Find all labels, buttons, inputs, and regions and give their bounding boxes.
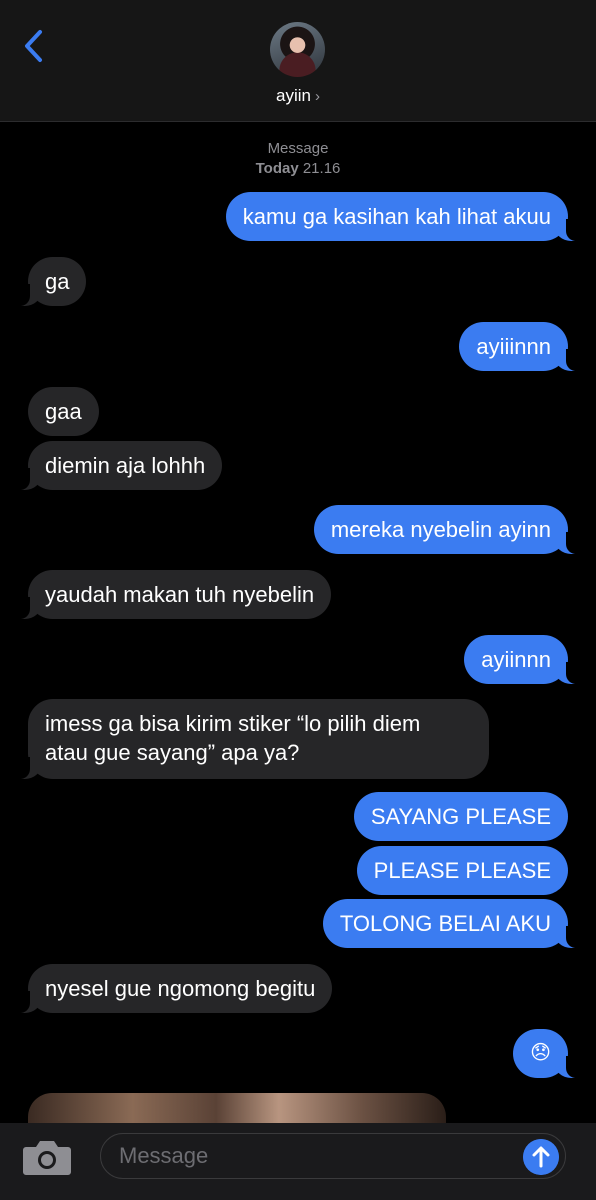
conversation-header: ayiin › bbox=[0, 0, 596, 122]
message-text: nyesel gue ngomong begitu bbox=[45, 976, 316, 1001]
message-text: gaa bbox=[45, 399, 82, 424]
message-text-line-2: atau gue sayang” apa ya? bbox=[45, 740, 300, 765]
message-received[interactable]: diemin aja lohhh bbox=[13, 441, 223, 490]
message-text: 😞 bbox=[530, 1042, 551, 1064]
message-received[interactable]: yaudah makan tuh nyebelin bbox=[13, 570, 332, 619]
message-text: TOLONG BELAI AKU bbox=[339, 911, 551, 936]
back-chevron-icon[interactable] bbox=[20, 28, 48, 64]
message-sent[interactable]: ayiiinnn bbox=[459, 322, 582, 371]
message-text: yaudah makan tuh nyebelin bbox=[45, 582, 315, 607]
camera-icon[interactable] bbox=[22, 1135, 72, 1177]
service-label: Message bbox=[267, 140, 329, 157]
message-sent[interactable]: TOLONG BELAI AKU bbox=[322, 899, 583, 948]
send-arrow-icon[interactable] bbox=[523, 1139, 559, 1175]
contact-avatar[interactable] bbox=[270, 22, 325, 77]
message-text: SAYANG PLEASE bbox=[370, 804, 551, 829]
chevron-right-icon: › bbox=[314, 88, 320, 105]
timestamp-time: 21.16 bbox=[302, 160, 341, 177]
message-sent[interactable]: ayiinnn bbox=[464, 635, 582, 684]
message-text: ayiiinnn bbox=[476, 334, 551, 359]
message-received[interactable]: nyesel gue ngomong begitu bbox=[13, 964, 333, 1013]
contact-name-button[interactable]: ayiin › bbox=[0, 86, 596, 106]
message-text: mereka nyebelin ayinn bbox=[330, 517, 551, 542]
message-input[interactable] bbox=[100, 1133, 566, 1179]
message-sent[interactable]: SAYANG PLEASE bbox=[353, 792, 568, 841]
message-sent-emoji[interactable]: 😞 bbox=[513, 1029, 582, 1078]
message-text: kamu ga kasihan kah lihat akuu bbox=[242, 204, 551, 229]
message-text: PLEASE PLEASE bbox=[373, 858, 551, 883]
message-text: diemin aja lohhh bbox=[45, 453, 206, 478]
timestamp: Today 21.16 bbox=[0, 160, 596, 177]
message-received[interactable]: imess ga bisa kirim stiker “lo pilih die… bbox=[14, 699, 489, 779]
message-sent[interactable]: kamu ga kasihan kah lihat akuu bbox=[225, 192, 583, 241]
message-sent[interactable]: PLEASE PLEASE bbox=[356, 846, 568, 895]
message-text: ga bbox=[45, 269, 70, 294]
message-received[interactable]: gaa bbox=[28, 387, 99, 436]
message-text: ayiinnn bbox=[481, 647, 551, 672]
timestamp-day: Today bbox=[255, 160, 299, 177]
message-received[interactable]: ga bbox=[13, 257, 87, 306]
contact-name: ayiin bbox=[276, 86, 311, 105]
message-text: imess ga bisa kirim stiker “lo pilih die… bbox=[45, 711, 421, 736]
message-sent[interactable]: mereka nyebelin ayinn bbox=[313, 505, 583, 554]
